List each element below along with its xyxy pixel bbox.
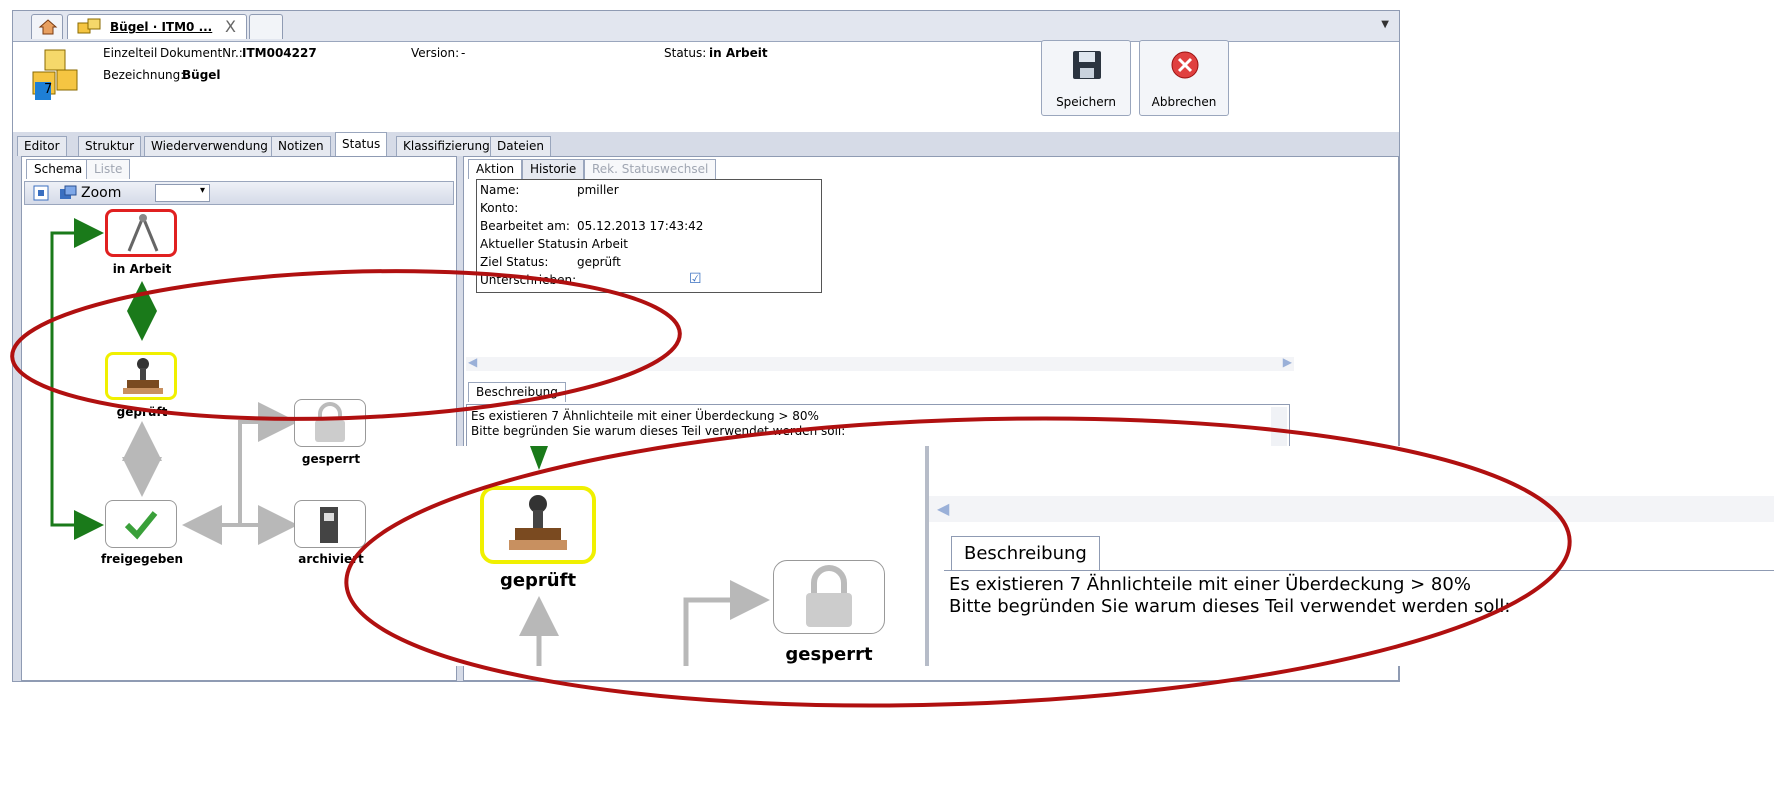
highlight-overlay (10, 269, 1572, 708)
highlight-ellipse-large (344, 416, 1572, 708)
highlight-ellipse-small (10, 269, 682, 421)
